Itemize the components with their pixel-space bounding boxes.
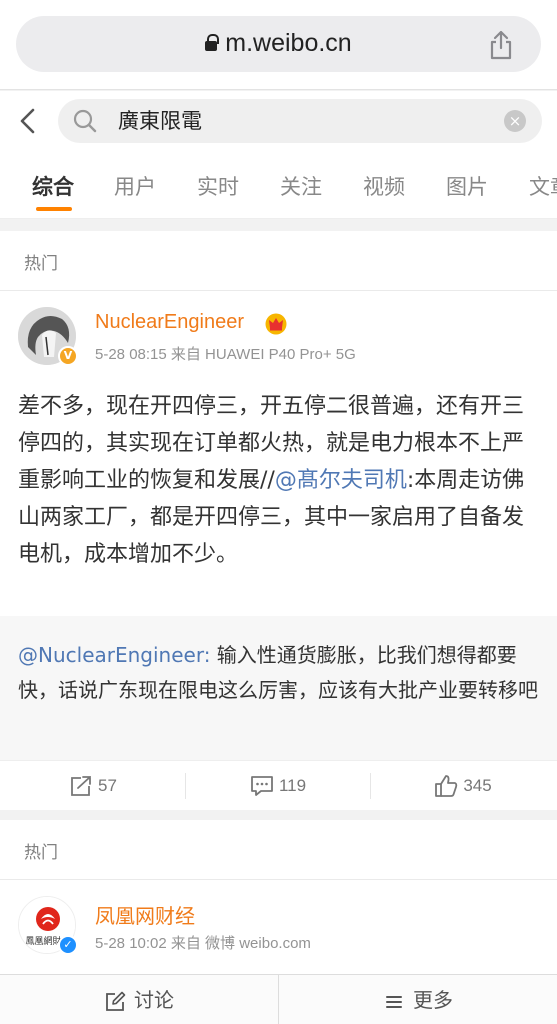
more-button[interactable]: 更多 — [278, 975, 557, 1024]
browser-bar: m.weibo.cn — [0, 0, 557, 90]
repost-icon — [71, 776, 91, 796]
comment-button[interactable]: 119 — [185, 761, 370, 811]
tab-realtime[interactable]: 实时 — [197, 171, 239, 201]
edit-icon — [106, 991, 126, 1011]
verified-badge: V — [58, 346, 78, 366]
filter-tabs: 综合 用户 实时 关注 视频 图片 文章 — [0, 153, 557, 219]
url-text: m.weibo.cn — [225, 29, 352, 57]
search-bar: 廣東限電 × — [0, 91, 557, 153]
repost-button[interactable]: 57 — [0, 761, 185, 811]
discuss-button[interactable]: 讨论 — [0, 975, 278, 1024]
retweet-text: @NuclearEngineer: 输入性通货膨胀，比我们想得都要快，话说广东现… — [18, 638, 540, 708]
discuss-label: 讨论 — [134, 988, 174, 1012]
tab-images[interactable]: 图片 — [446, 171, 488, 201]
section-header: 热门 — [0, 231, 557, 291]
post-actions: 57 119 345 — [0, 760, 557, 810]
retweet-block[interactable]: @NuclearEngineer: 输入性通货膨胀，比我们想得都要快，话说广东现… — [0, 616, 557, 760]
tab-users[interactable]: 用户 — [114, 171, 156, 201]
post-author[interactable]: NuclearEngineer — [95, 311, 244, 334]
post-text: 差不多，现在开四停三，开五停二很普遍，还有开三停四的，其实现在订单都火热，就是电… — [18, 388, 540, 573]
crown-icon — [265, 313, 287, 335]
address-bar[interactable]: m.weibo.cn — [16, 16, 541, 72]
comment-count: 119 — [278, 776, 307, 795]
back-arrow-icon[interactable] — [14, 105, 44, 137]
tab-videos[interactable]: 视频 — [363, 171, 405, 201]
clear-search-button[interactable]: × — [504, 110, 526, 132]
post-author[interactable]: 凤凰网财经 — [95, 900, 195, 929]
menu-icon — [386, 995, 402, 1008]
url-display[interactable]: m.weibo.cn — [16, 29, 541, 58]
section-label: 热门 — [24, 254, 58, 274]
search-icon — [73, 109, 97, 133]
mention-link[interactable]: @髙尔夫司机 — [275, 468, 407, 493]
post-meta: 5-28 10:02 来自 微博 weibo.com — [95, 935, 311, 952]
bottom-toolbar: 讨论 更多 — [0, 974, 557, 1024]
comment-icon — [251, 776, 273, 796]
tab-articles[interactable]: 文章 — [529, 171, 557, 201]
share-icon[interactable] — [487, 30, 515, 60]
tab-comprehensive[interactable]: 综合 — [32, 171, 74, 201]
search-input[interactable]: 廣東限電 — [118, 106, 498, 136]
search-box[interactable]: 廣東限電 × — [58, 99, 542, 143]
post-meta: 5-28 08:15 来自 HUAWEI P40 Pro+ 5G — [95, 346, 356, 363]
repost-count: 57 — [98, 776, 117, 795]
verified-badge: ✓ — [58, 935, 78, 955]
section-label: 热门 — [24, 843, 58, 863]
like-count: 345 — [463, 776, 492, 795]
more-label: 更多 — [413, 988, 453, 1012]
retweet-author-link[interactable]: @NuclearEngineer: — [18, 643, 210, 667]
tab-following[interactable]: 关注 — [280, 171, 322, 201]
like-button[interactable]: 345 — [370, 761, 555, 811]
active-tab-indicator — [36, 207, 72, 211]
lock-icon — [205, 34, 220, 52]
section-header: 热门 — [0, 820, 557, 880]
thumbs-up-icon — [435, 775, 458, 797]
post-card[interactable]: 鳳凰網財經 ✓ 凤凰网财经 5-28 10:02 来自 微博 weibo.com — [0, 880, 557, 974]
